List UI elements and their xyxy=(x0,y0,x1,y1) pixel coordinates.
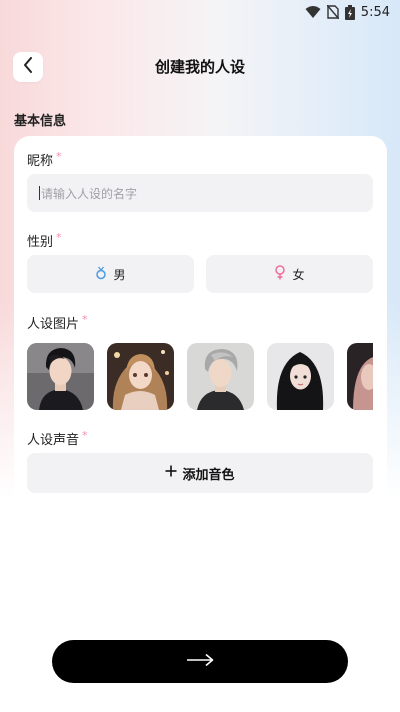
gender-option-label: 女 xyxy=(292,267,305,282)
no-sim-icon xyxy=(326,5,339,19)
page-title: 创建我的人设 xyxy=(154,58,245,76)
avatar-curly-haired-girl[interactable] xyxy=(107,343,174,410)
gender-label: 性别 * xyxy=(27,231,62,250)
required-mark: * xyxy=(56,231,62,244)
header: 创建我的人设 xyxy=(0,50,400,82)
section-title: 基本信息 xyxy=(14,114,67,129)
wifi-icon xyxy=(305,5,321,19)
male-icon xyxy=(95,266,107,283)
status-bar: 5:54 xyxy=(0,0,400,24)
form-card: 昵称 * 请输入人设的名字 性别 * 男 女 人设图片 * 人设声音 * 添加音… xyxy=(14,136,387,506)
required-mark: * xyxy=(82,429,88,442)
gender-option-male[interactable]: 男 xyxy=(27,255,194,293)
next-button[interactable] xyxy=(52,640,348,683)
nickname-input[interactable]: 请输入人设的名字 xyxy=(27,174,373,212)
avatar-carousel[interactable] xyxy=(27,343,373,411)
arrow-right-icon xyxy=(186,652,214,671)
nickname-placeholder: 请输入人设的名字 xyxy=(41,186,138,201)
required-mark: * xyxy=(82,313,88,326)
plus-icon xyxy=(165,465,177,481)
images-label: 人设图片 * xyxy=(27,313,88,332)
nickname-label: 昵称 * xyxy=(27,150,62,169)
female-icon xyxy=(274,265,286,283)
avatar-dark-haired-man[interactable] xyxy=(27,343,94,410)
avatar-silver-haired-man[interactable] xyxy=(187,343,254,410)
avatar-partial[interactable] xyxy=(347,343,373,410)
battery-icon xyxy=(344,4,355,20)
add-voice-button[interactable]: 添加音色 xyxy=(27,453,373,493)
status-time: 5:54 xyxy=(360,4,390,20)
voice-label: 人设声音 * xyxy=(27,429,88,448)
gender-option-label: 男 xyxy=(113,267,126,282)
gender-option-female[interactable]: 女 xyxy=(206,255,373,293)
text-cursor xyxy=(39,186,40,200)
required-mark: * xyxy=(56,150,62,163)
avatar-black-haired-girl[interactable] xyxy=(267,343,334,410)
add-voice-label: 添加音色 xyxy=(182,467,235,483)
